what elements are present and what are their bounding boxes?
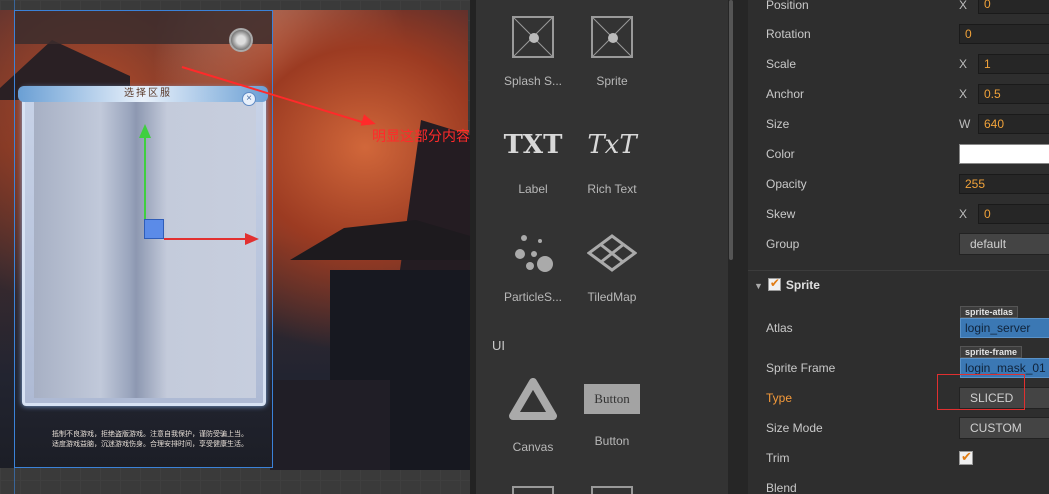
move-gizmo-x-axis[interactable]: [164, 238, 247, 240]
axis-label: X: [959, 57, 968, 71]
particle-system-icon: [512, 232, 554, 274]
library-item-tiledmap[interactable]: TiledMap: [570, 232, 654, 304]
library-item-partial[interactable]: [570, 486, 654, 494]
annotation-text: 明显这部分内容不见了: [372, 128, 470, 144]
library-scrollbar-thumb[interactable]: [729, 0, 733, 260]
stairs-silhouette: [270, 380, 390, 470]
rotation-input[interactable]: 0: [959, 24, 1049, 44]
sprite-component-title: Sprite: [785, 278, 820, 292]
canvas-icon: [509, 378, 557, 420]
axis-label: W: [959, 117, 971, 131]
label-icon: TXT: [503, 130, 563, 160]
library-item-label: Canvas: [512, 440, 554, 454]
library-item-label: TiledMap: [587, 290, 637, 304]
move-gizmo-y-axis[interactable]: [144, 136, 146, 229]
scrollview-icon: [591, 486, 633, 494]
sprite-icon: [591, 16, 633, 58]
panel-title: 选择区服: [124, 88, 172, 99]
library-item-label: ParticleS...: [503, 290, 563, 304]
library-item-label: Label: [518, 182, 548, 196]
prop-label-type: Type: [766, 391, 793, 405]
axis-label: X: [959, 207, 968, 221]
asset-type-tag: sprite-atlas: [960, 306, 1019, 318]
move-gizmo-center-handle[interactable]: [144, 219, 164, 239]
opacity-input[interactable]: 255: [959, 174, 1049, 194]
library-item-splash-sprite[interactable]: Splash S...: [491, 16, 575, 88]
position-x-input[interactable]: 0: [978, 0, 1049, 14]
close-icon[interactable]: ×: [242, 92, 256, 106]
notice-line: 抵制不良游戏，拒绝盗版游戏。注意自我保护，谨防受骗上当。: [52, 431, 248, 438]
splash-sprite-icon: [512, 16, 554, 58]
move-gizmo-x-arrow-icon[interactable]: [245, 233, 259, 245]
prop-label-sprite-frame: Sprite Frame: [766, 361, 836, 375]
collapse-arrow-icon[interactable]: ▼: [754, 281, 763, 291]
prop-label-trim: Trim: [766, 451, 790, 465]
prop-label-skew: Skew: [766, 207, 796, 221]
library-item-label: Sprite: [596, 74, 628, 88]
library-item-label: Rich Text: [587, 182, 637, 196]
panel-divider[interactable]: [734, 0, 748, 494]
prop-label-size-mode: Size Mode: [766, 421, 823, 435]
sprite-enabled-checkbox[interactable]: ✔: [767, 276, 781, 291]
library-item-button[interactable]: Button Button: [570, 378, 654, 448]
color-swatch[interactable]: [959, 144, 1049, 164]
size-width-input[interactable]: 640: [978, 114, 1049, 134]
layout-icon: [512, 486, 554, 494]
health-notice: 抵制不良游戏，拒绝盗版游戏。注意自我保护，谨防受骗上当。 适度游戏益脑，沉迷游戏…: [52, 430, 272, 450]
scale-x-input[interactable]: 1: [978, 54, 1049, 74]
prop-label-color: Color: [766, 147, 795, 161]
prop-label-size: Size: [766, 117, 790, 131]
notice-line: 适度游戏益脑，沉迷游戏伤身。合理安排时间，享受健康生活。: [52, 441, 248, 448]
library-item-sprite[interactable]: Sprite: [570, 16, 654, 88]
size-mode-select[interactable]: CUSTOM: [959, 417, 1049, 439]
scene-view[interactable]: 选择区服 × 明显这部分内容不见了 抵制不良游戏，拒绝盗版游戏。注意自我保护，谨…: [0, 0, 470, 494]
skew-x-input[interactable]: 0: [978, 204, 1049, 224]
trim-checkbox[interactable]: ✔: [959, 449, 973, 465]
library-item-rich-text[interactable]: TxT Rich Text: [570, 124, 654, 196]
sprite-component-header[interactable]: ▼ ✔ Sprite: [754, 276, 820, 292]
prop-label-group: Group: [766, 237, 800, 251]
library-section-ui: UI: [492, 338, 505, 353]
move-gizmo-y-arrow-icon[interactable]: [139, 124, 151, 138]
prop-label-scale: Scale: [766, 57, 797, 71]
library-item-canvas[interactable]: Canvas: [491, 378, 575, 454]
anchor-x-input[interactable]: 0.5: [978, 84, 1049, 104]
checkmark-icon: ✔: [769, 276, 780, 290]
atlas-asset-field[interactable]: login_server: [960, 318, 1049, 338]
library-item-label: Button: [594, 434, 630, 448]
tiledmap-icon: [586, 232, 638, 274]
section-divider: [748, 270, 1049, 271]
library-item-particle-system[interactable]: ParticleS...: [491, 232, 575, 304]
checkmark-icon: ✔: [961, 449, 972, 464]
prop-label-anchor: Anchor: [766, 87, 805, 101]
library-item-label: Splash S...: [503, 74, 563, 88]
group-select[interactable]: default: [959, 233, 1049, 255]
prop-label-opacity: Opacity: [766, 177, 807, 191]
library-item-partial[interactable]: [491, 486, 575, 494]
axis-label: X: [959, 0, 968, 12]
asset-type-tag: sprite-frame: [960, 346, 1023, 358]
rich-text-icon: TxT: [587, 130, 637, 160]
highlight-annotation-box: [937, 374, 1025, 410]
prop-label-rotation: Rotation: [766, 27, 811, 41]
button-icon: Button: [584, 384, 640, 414]
axis-label: X: [959, 87, 968, 101]
prop-label-blend: Blend: [766, 481, 797, 494]
prop-label-position: Position: [766, 0, 809, 12]
prop-label-atlas: Atlas: [766, 321, 793, 335]
library-item-label-node[interactable]: TXT Label: [491, 124, 575, 196]
